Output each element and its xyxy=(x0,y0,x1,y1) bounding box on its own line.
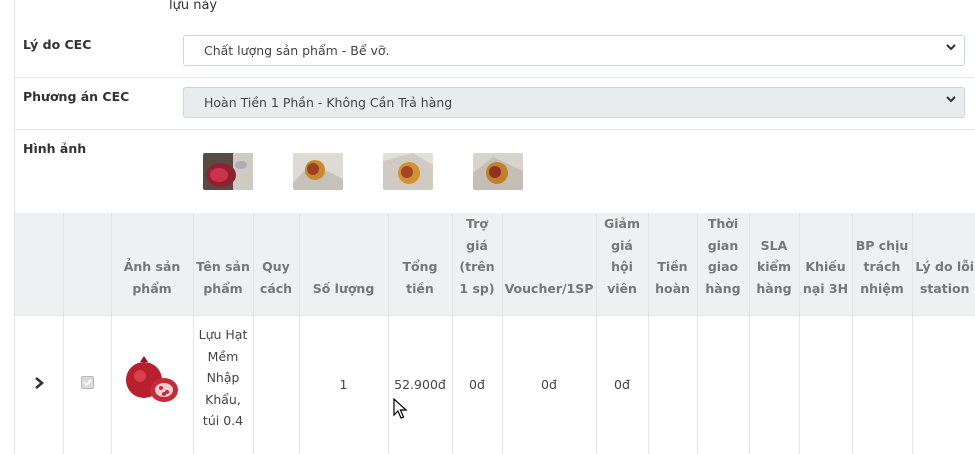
quantity-cell: 1 xyxy=(299,315,389,454)
plan-label: Phương án CEC xyxy=(23,89,130,104)
sla-cell xyxy=(749,315,800,454)
col-responsible: BP chịu trách nhiệm xyxy=(852,213,913,316)
col-voucher: Voucher/1SP xyxy=(502,213,597,316)
images-label: Hình ảnh xyxy=(23,141,87,156)
checkbox-icon[interactable] xyxy=(80,376,94,390)
col-delivery-time: Thời gian giao hàng xyxy=(697,213,750,316)
product-image[interactable] xyxy=(120,349,184,414)
chevron-down-icon xyxy=(946,44,956,51)
plan-row: Phương án CEC Hoàn Tiền 1 Phần - Không C… xyxy=(15,78,975,130)
product-name-cell: Lựu Hạt Mềm Nhập Khẩu, túi 0.4 xyxy=(193,315,254,454)
reason-select[interactable]: Chất lượng sản phẩm - Bể vỡ. xyxy=(183,35,965,66)
col-total: Tổng tiền xyxy=(388,213,453,316)
col-member-discount: Giảm giá hội viên xyxy=(596,213,649,316)
col-complaint: Khiếu nại 3H xyxy=(799,213,853,316)
reason-label: Lý do CEC xyxy=(23,37,92,52)
col-select xyxy=(63,213,112,316)
images-row: Hình ảnh xyxy=(15,130,975,212)
col-station-reason: Lý do lỗi station xyxy=(912,213,975,316)
previous-note-text: lựu này xyxy=(169,0,218,13)
evidence-image-3[interactable] xyxy=(383,153,433,190)
reason-value: Chất lượng sản phẩm - Bể vỡ. xyxy=(204,43,390,58)
total-cell: 52.900đ xyxy=(388,315,453,454)
responsible-cell xyxy=(852,315,913,454)
col-sla: SLA kiểm hàng xyxy=(749,213,800,316)
table-header-row: Ảnh sản phẩm Tên sản phẩm Quy cách Số lư… xyxy=(15,213,975,316)
plan-value: Hoàn Tiền 1 Phần - Không Cần Trả hàng xyxy=(204,95,453,110)
evidence-image-4[interactable] xyxy=(473,153,523,190)
chevron-right-icon[interactable] xyxy=(34,377,44,390)
col-name: Tên sản phẩm xyxy=(193,213,254,316)
refund-cell xyxy=(648,315,698,454)
subsidy-cell: 0đ xyxy=(452,315,503,454)
products-table: Ảnh sản phẩm Tên sản phẩm Quy cách Số lư… xyxy=(15,213,975,454)
complaint-cell xyxy=(799,315,853,454)
col-expand xyxy=(15,213,64,316)
expand-cell[interactable] xyxy=(15,315,64,454)
chevron-down-icon xyxy=(946,96,956,103)
plan-select[interactable]: Hoàn Tiền 1 Phần - Không Cần Trả hàng xyxy=(183,87,965,118)
reason-row: Lý do CEC Chất lượng sản phẩm - Bể vỡ. xyxy=(15,26,975,78)
product-image-cell xyxy=(111,315,194,454)
col-subsidy: Trợ giá (trên 1 sp) xyxy=(452,213,503,316)
product-name: Lựu Hạt Mềm Nhập Khẩu, túi 0.4 xyxy=(198,327,248,428)
col-image: Ảnh sản phẩm xyxy=(111,213,194,316)
spec-cell xyxy=(253,315,300,454)
voucher-cell: 0đ xyxy=(502,315,597,454)
col-quantity: Số lượng xyxy=(299,213,389,316)
table-row: Lựu Hạt Mềm Nhập Khẩu, túi 0.4 1 52.900đ… xyxy=(15,315,975,454)
col-refund: Tiền hoàn xyxy=(648,213,698,316)
select-cell xyxy=(63,315,112,454)
evidence-image-2[interactable] xyxy=(293,153,343,190)
station-reason-cell xyxy=(912,315,975,454)
evidence-image-1[interactable] xyxy=(203,153,253,190)
member-discount-cell: 0đ xyxy=(596,315,649,454)
delivery-time-cell xyxy=(697,315,750,454)
col-spec: Quy cách xyxy=(253,213,300,316)
mouse-cursor-icon xyxy=(393,398,407,419)
